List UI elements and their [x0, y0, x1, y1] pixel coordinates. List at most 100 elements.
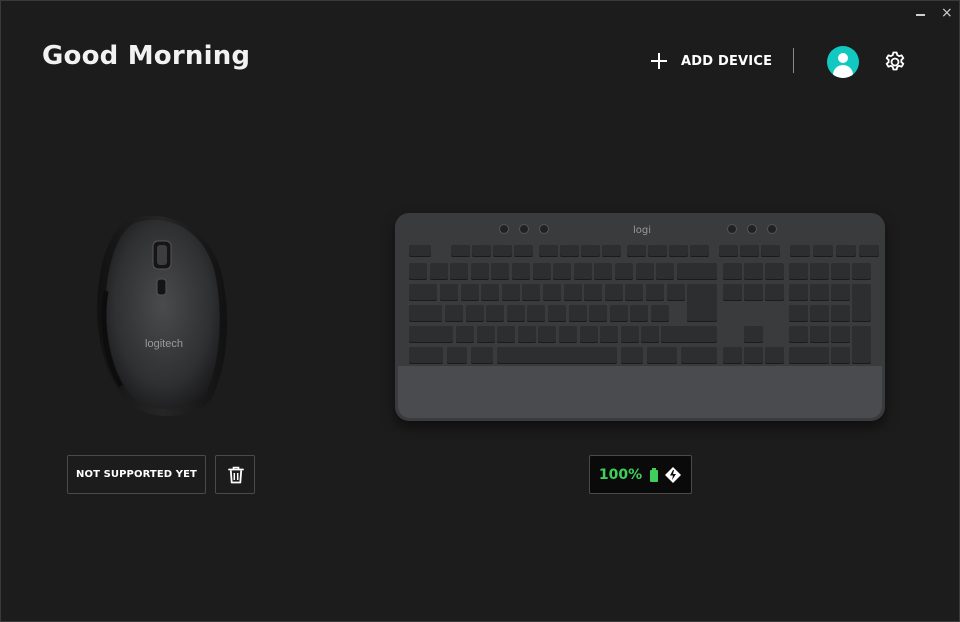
keyboard-key [831, 284, 850, 301]
gear-icon [885, 51, 905, 71]
keyboard-key [615, 263, 633, 280]
keyboard-key [681, 347, 717, 364]
keyboard-key [493, 245, 512, 257]
keyboard-key [409, 305, 442, 322]
keyboard-key [470, 263, 489, 280]
keyboard-key [594, 263, 613, 280]
keyboard-device-image[interactable]: logi [395, 213, 887, 423]
media-key [539, 224, 549, 234]
keyboard-key [472, 245, 491, 257]
keyboard-key [666, 284, 685, 301]
user-avatar[interactable] [827, 46, 859, 78]
keyboard-key [409, 263, 427, 280]
keyboard-key [600, 326, 619, 343]
keyboard-key [621, 347, 643, 364]
keyboard-brand-text: logi [633, 225, 652, 236]
keyboard-key [589, 305, 608, 322]
logi-bolt-icon [665, 466, 682, 483]
page-title: Good Morning [42, 41, 251, 71]
keyboard-key [548, 305, 566, 322]
keyboard-key [563, 284, 582, 301]
trash-icon [228, 466, 244, 484]
keyboard-key [831, 305, 850, 322]
settings-button[interactable] [883, 50, 907, 74]
keyboard-key [573, 263, 592, 280]
keyboard-key [506, 305, 525, 322]
add-device-label: ADD DEVICE [681, 53, 773, 69]
keyboard-key [831, 347, 850, 364]
keyboard-key [581, 245, 600, 257]
keyboard-key [836, 245, 856, 257]
keyboard-key [635, 263, 654, 280]
keyboard-key [810, 326, 829, 343]
keyboard-key [625, 284, 644, 301]
keyboard-key [744, 326, 763, 343]
keyboard-key [744, 347, 763, 364]
keyboard-key [744, 284, 763, 301]
keyboard-key [486, 305, 505, 322]
keyboard-key [852, 326, 871, 364]
media-key [727, 224, 737, 234]
keyboard-key [527, 305, 546, 322]
battery-status: 100% [589, 455, 692, 494]
keyboard-key [789, 284, 808, 301]
avatar-head [838, 53, 848, 63]
keyboard-key [604, 284, 623, 301]
keyboard-key [602, 245, 621, 257]
keyboard-key [740, 245, 759, 257]
keyboard-key [690, 245, 709, 257]
keyboard-key [765, 263, 784, 280]
keyboard-key [497, 326, 516, 343]
keyboard-key [445, 305, 463, 322]
keyboard-key [647, 347, 677, 364]
keyboard-key [687, 284, 717, 322]
media-key [747, 224, 757, 234]
keyboard-key [646, 284, 664, 301]
keyboard-key [460, 284, 479, 301]
add-device-button[interactable]: ADD DEVICE [651, 48, 772, 74]
app-window: × Good Morning ADD DEVICE logitech logi … [0, 0, 960, 622]
keyboard-key [630, 305, 649, 322]
keyboard-key [447, 347, 467, 364]
keyboard-key [765, 284, 784, 301]
delete-device-button[interactable] [215, 455, 255, 494]
keyboard-key [789, 263, 808, 280]
header-divider [793, 48, 794, 73]
keyboard-key [491, 263, 510, 280]
keyboard-key [481, 284, 500, 301]
keyboard-key [723, 263, 742, 280]
keyboard-key [456, 326, 474, 343]
keyboard-key [609, 305, 628, 322]
close-button[interactable]: × [941, 6, 953, 20]
keyboard-key [648, 245, 667, 257]
keyboard-key [810, 305, 829, 322]
keyboard-key [532, 263, 551, 280]
keyboard-key [553, 263, 572, 280]
mouse-device-image[interactable]: logitech [91, 211, 231, 421]
keyboard-key [476, 326, 495, 343]
keyboard-key [539, 245, 558, 257]
plus-icon [651, 53, 667, 69]
keyboard-key [559, 326, 577, 343]
keyboard-key [789, 305, 808, 322]
keyboard-key [656, 263, 675, 280]
keyboard-key [514, 245, 533, 257]
keyboard-key [744, 263, 763, 280]
keyboard-key [831, 263, 850, 280]
keyboard-key [810, 284, 829, 301]
not-supported-button[interactable]: NOT SUPPORTED YET [67, 455, 206, 494]
keyboard-key [522, 284, 541, 301]
keyboard-key [568, 305, 587, 322]
keyboard-key [859, 245, 879, 257]
keyboard-key [409, 347, 443, 364]
keyboard-key [560, 245, 579, 257]
keyboard-key [579, 326, 598, 343]
keyboard-key [852, 284, 871, 322]
keyboard-key [543, 284, 561, 301]
keyboard-key [765, 347, 784, 364]
keyboard-key [465, 305, 484, 322]
keyboard-key [723, 347, 742, 364]
keyboard-key [538, 326, 557, 343]
keyboard-key [677, 263, 717, 280]
battery-full-icon [650, 467, 659, 482]
